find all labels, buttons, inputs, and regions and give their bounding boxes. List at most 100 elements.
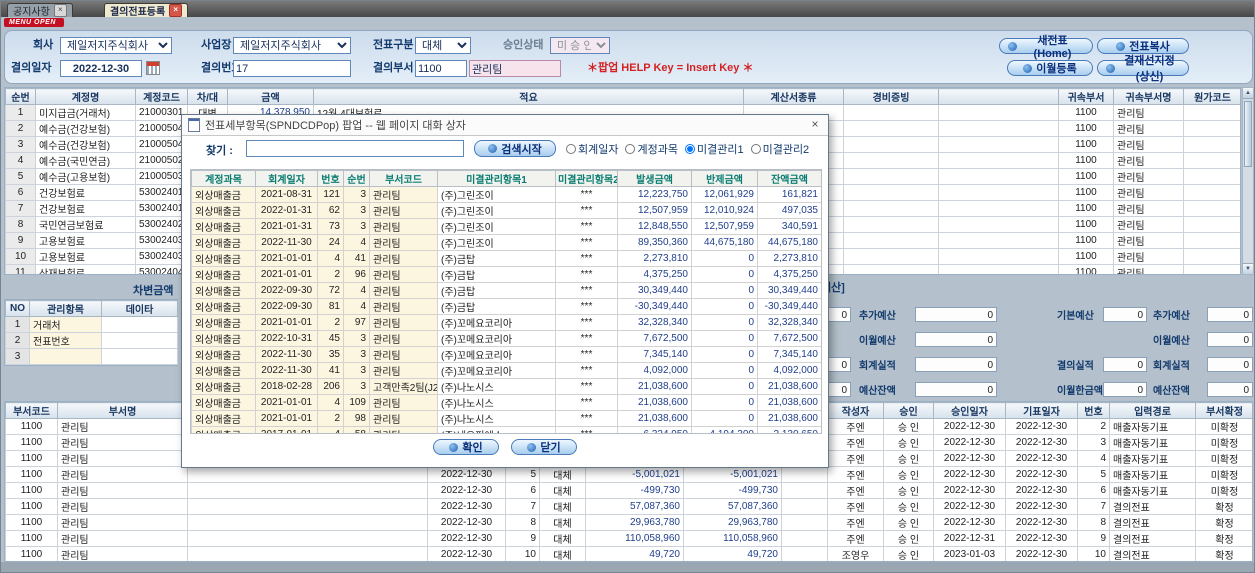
cell[interactable]: 2022-12-30 <box>933 482 1006 499</box>
cell[interactable]: 외상매출금 <box>191 218 256 235</box>
cell[interactable]: 53002403 <box>135 232 188 249</box>
cell[interactable]: 2 <box>317 266 344 283</box>
cell[interactable]: 53002401 <box>135 184 188 201</box>
cell[interactable]: 관리팀 <box>1113 184 1184 201</box>
cell[interactable]: *** <box>555 186 618 203</box>
cell[interactable]: 승 인 <box>883 546 934 561</box>
cell[interactable]: 관리팀 <box>369 202 438 219</box>
cell[interactable]: 1100 <box>5 434 58 451</box>
cell[interactable]: 확정 <box>1195 530 1252 547</box>
approval-line-button[interactable]: 결재선지정(상신) <box>1097 55 1189 83</box>
close-button[interactable]: 닫기 <box>511 439 577 455</box>
cell[interactable]: 8 <box>505 514 540 531</box>
cell[interactable]: 6 <box>1077 482 1110 499</box>
cell[interactable]: -5,001,021 <box>683 466 782 483</box>
cell[interactable]: 2022-12-30 <box>1005 466 1078 483</box>
cell[interactable] <box>1183 264 1240 274</box>
cell[interactable]: 외상매출금 <box>191 234 256 251</box>
cell[interactable]: 4 <box>343 234 370 251</box>
cell[interactable]: 30,349,440 <box>617 282 692 299</box>
cell[interactable]: 매출자동기표 <box>1109 482 1196 499</box>
open-item-row[interactable]: 외상매출금 2022-09-30 81 4 관리팀 (주)금탑 *** -30,349,440… <box>191 298 821 315</box>
cell[interactable]: 관리팀 <box>1113 120 1184 137</box>
cell[interactable]: 98 <box>343 410 370 427</box>
cell[interactable]: (주)꼬메요코리아 <box>437 346 556 363</box>
cell[interactable]: 0 <box>691 330 758 347</box>
cell[interactable]: 관리팀 <box>1113 168 1184 185</box>
cell[interactable]: 승 인 <box>883 482 934 499</box>
cell[interactable] <box>781 546 828 561</box>
cell[interactable]: 관리팀 <box>369 330 438 347</box>
cell[interactable]: 매출자동기표 <box>1109 434 1196 451</box>
cell[interactable]: 3 <box>343 378 370 395</box>
cell[interactable] <box>938 232 1059 249</box>
cell[interactable]: 1100 <box>1058 248 1114 265</box>
radio-account-title-input[interactable] <box>625 144 636 154</box>
cell[interactable]: 1100 <box>1058 232 1114 249</box>
cell[interactable]: 110,058,960 <box>683 530 782 547</box>
cell[interactable]: 매출자동기표 <box>1109 418 1196 435</box>
radio-open-mgmt1-input[interactable] <box>684 144 695 154</box>
cell[interactable] <box>843 216 939 233</box>
mgmt-item-row[interactable]: 2 전표번호 <box>5 332 178 349</box>
cell[interactable] <box>187 530 428 547</box>
cell[interactable]: 497,035 <box>757 202 821 219</box>
cell[interactable]: 결의전표 <box>1109 514 1196 531</box>
cell[interactable] <box>938 264 1059 274</box>
cell[interactable]: 외상매출금 <box>191 266 256 283</box>
cell[interactable]: *** <box>555 410 618 427</box>
cell[interactable] <box>843 232 939 249</box>
cell[interactable]: 2 <box>317 314 344 331</box>
tab-voucher-entry[interactable]: 결의전표등록 × <box>104 3 189 18</box>
radio-open-mgmt2[interactable]: 미결관리2 <box>750 141 809 157</box>
cell[interactable] <box>1183 152 1240 169</box>
cell[interactable]: 49,720 <box>585 546 684 561</box>
cell[interactable]: 0 <box>691 362 758 379</box>
cell[interactable]: 3 <box>5 348 30 365</box>
radio-open-mgmt2-input[interactable] <box>750 144 761 154</box>
cell[interactable]: 관리팀 <box>369 362 438 379</box>
cell[interactable]: 2022-12-30 <box>933 514 1006 531</box>
cell[interactable]: *** <box>555 314 618 331</box>
cell[interactable]: 1100 <box>1058 136 1114 153</box>
cell[interactable]: 12,061,929 <box>691 186 758 203</box>
cell[interactable] <box>781 498 828 515</box>
cell[interactable] <box>1183 200 1240 217</box>
cell[interactable]: 4,092,000 <box>757 362 821 379</box>
cell[interactable]: *** <box>555 202 618 219</box>
cell[interactable]: 외상매출금 <box>191 298 256 315</box>
cell[interactable]: 4,375,250 <box>617 266 692 283</box>
cell[interactable]: 3 <box>343 330 370 347</box>
cell[interactable]: 2 <box>5 120 36 137</box>
cell[interactable] <box>843 184 939 201</box>
cell[interactable]: 2022-12-30 <box>1005 418 1078 435</box>
cell[interactable]: 2022-12-31 <box>933 530 1006 547</box>
cell[interactable]: 예수금(건강보험) <box>35 136 136 153</box>
cell[interactable]: 62 <box>317 202 344 219</box>
cell[interactable] <box>1183 136 1240 153</box>
cell[interactable]: 0 <box>691 282 758 299</box>
cell[interactable]: 11 <box>5 264 36 274</box>
cell[interactable]: 2017-01-01 <box>255 426 318 433</box>
radio-open-mgmt1[interactable]: 미결관리1 <box>684 141 744 157</box>
cell[interactable]: 2 <box>1077 418 1110 435</box>
cell[interactable]: 결의전표 <box>1109 498 1196 515</box>
cell[interactable] <box>843 200 939 217</box>
cell[interactable]: 미확정 <box>1195 466 1252 483</box>
cell[interactable]: 1100 <box>5 482 58 499</box>
scrollbar-thumb[interactable] <box>1244 101 1252 167</box>
cell[interactable]: 산재보험료 <box>35 264 136 274</box>
cell[interactable]: 대체 <box>539 482 586 499</box>
cell[interactable]: 2021-01-01 <box>255 410 318 427</box>
cell[interactable]: 4,375,250 <box>757 266 821 283</box>
cell[interactable]: 2023-01-03 <box>933 546 1006 561</box>
cell[interactable]: 72 <box>317 282 344 299</box>
cell[interactable]: 관리팀 <box>57 434 188 451</box>
cell[interactable]: 2021-01-01 <box>255 250 318 267</box>
cell[interactable]: 2022-12-30 <box>1005 434 1078 451</box>
cell[interactable]: 7,345,140 <box>617 346 692 363</box>
cell[interactable] <box>938 248 1059 265</box>
cell[interactable]: *** <box>555 362 618 379</box>
cell[interactable]: 매출자동기표 <box>1109 466 1196 483</box>
cell[interactable]: 관리팀 <box>57 418 188 435</box>
